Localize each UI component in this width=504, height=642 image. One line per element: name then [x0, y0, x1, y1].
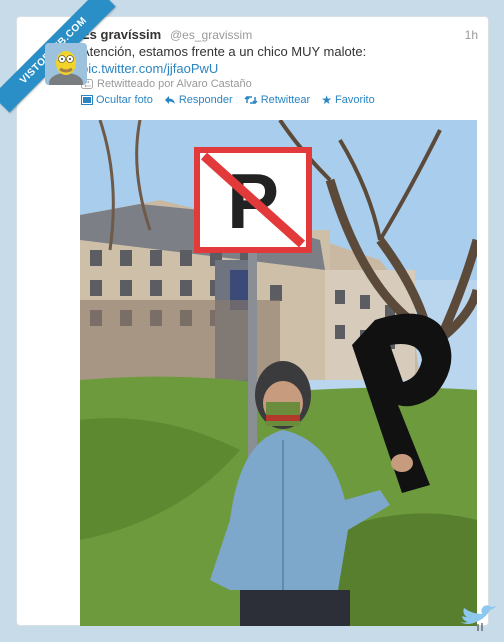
author-handle[interactable]: @es_gravissim	[170, 28, 252, 42]
tweet-link[interactable]: pic.twitter.com/jjfaoPwU	[81, 61, 218, 76]
retweet-label: Retwittear	[260, 94, 311, 106]
tweet-card: VISTOENFB.COM És gravíssim @es_gravissim…	[0, 0, 489, 626]
favorite-label: Favorito	[334, 94, 375, 106]
retweeted-by-label[interactable]: Retwitteado por Alvaro Castaño	[97, 78, 252, 90]
tweet-text: Atención, estamos frente a un chico MUY …	[81, 44, 367, 59]
tweet-time[interactable]: 1h	[465, 28, 478, 42]
retweet-icon	[244, 95, 258, 105]
reply-label: Responder	[178, 94, 233, 106]
photo-icon	[81, 95, 93, 105]
hide-photo-button[interactable]: Ocultar foto	[81, 94, 153, 106]
twitter-bird-icon	[460, 605, 496, 631]
retweet-button[interactable]: Retwittear	[244, 94, 311, 106]
retweeted-by: Retwitteado por Alvaro Castaño	[81, 78, 252, 90]
author-name[interactable]: És gravíssim	[81, 27, 161, 42]
reply-button[interactable]: Responder	[164, 94, 233, 106]
avatar-image-icon	[45, 43, 87, 85]
reply-icon	[164, 96, 175, 104]
hide-photo-label: Ocultar foto	[96, 94, 153, 106]
favorite-button[interactable]: ★ Favorito	[321, 94, 375, 106]
avatar[interactable]	[45, 43, 87, 85]
tweet-photo[interactable]: P	[80, 120, 477, 626]
tweet-actions: Ocultar foto Responder Retwittear ★ Favo…	[81, 94, 375, 106]
photo-scene: P	[80, 120, 477, 626]
star-icon: ★	[321, 93, 332, 107]
